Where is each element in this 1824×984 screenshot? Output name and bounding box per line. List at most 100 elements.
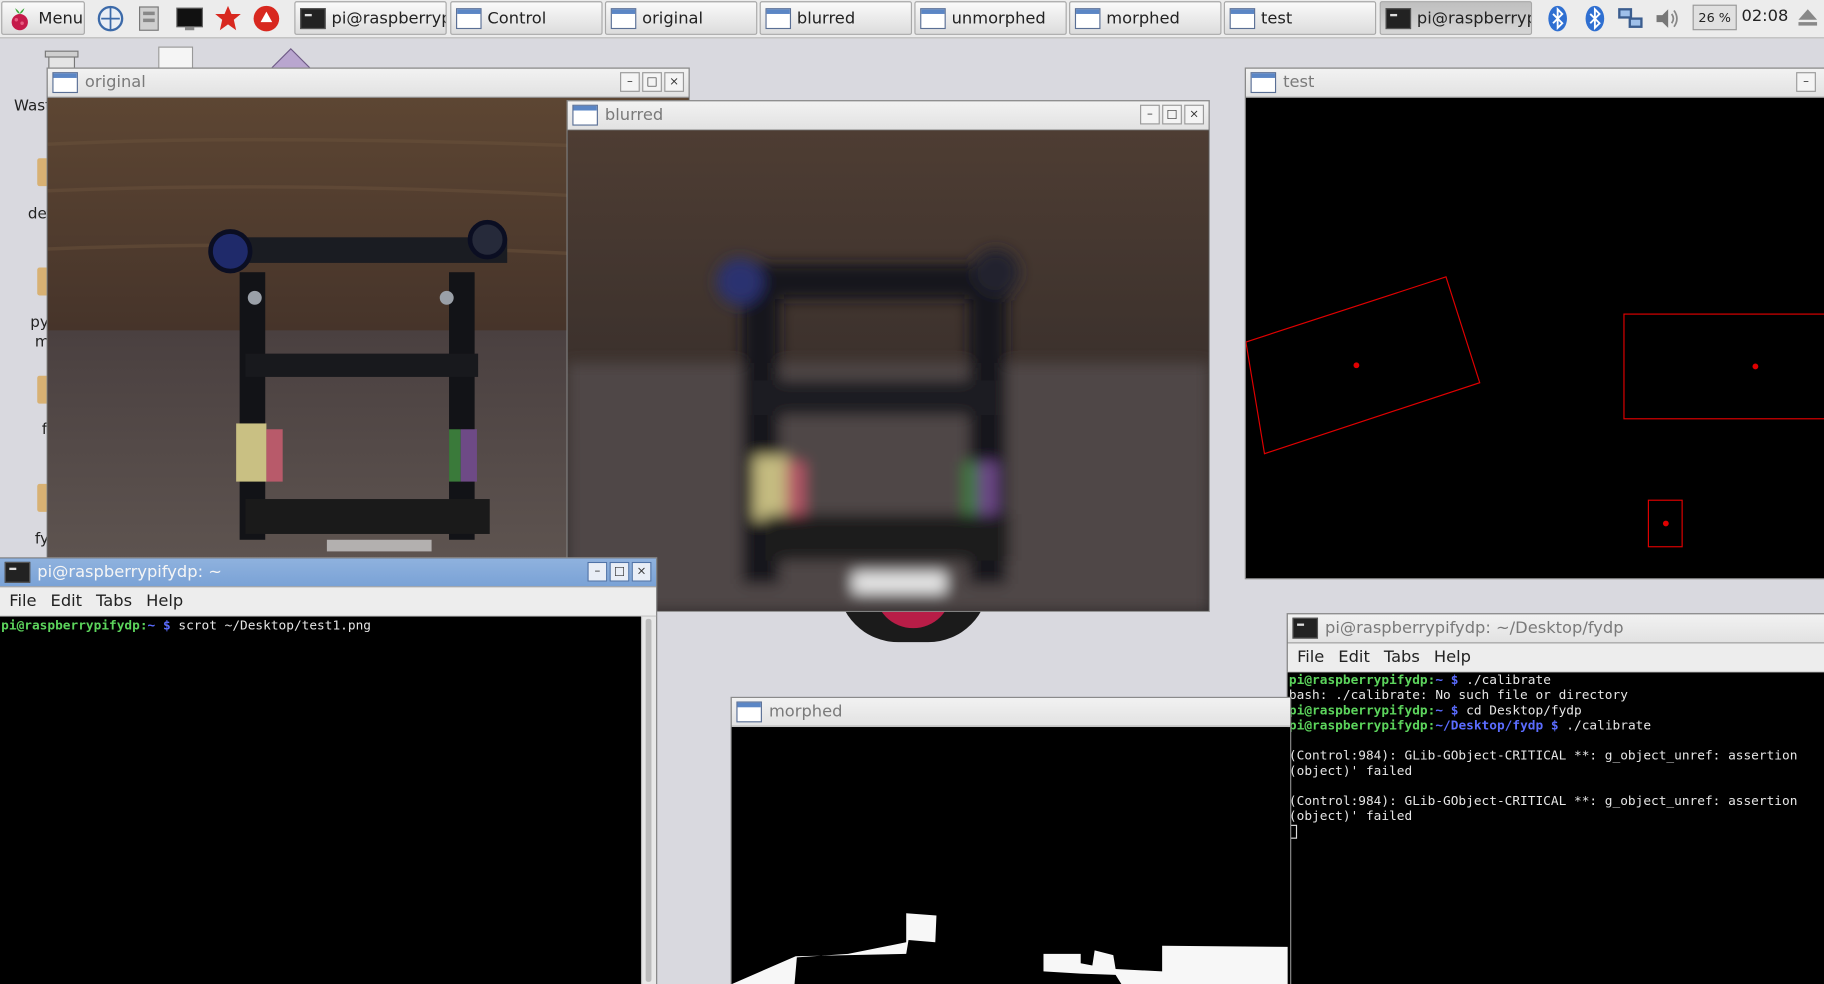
prompt-user: pi@raspberrypifydp <box>1288 717 1428 733</box>
prompt-user: pi@raspberrypifydp <box>1288 702 1428 718</box>
prompt-user: pi@raspberrypifydp <box>1 617 140 633</box>
wolfram-icon[interactable] <box>251 3 281 33</box>
window-icon <box>572 104 598 126</box>
maximize-button[interactable]: □ <box>642 72 662 92</box>
task-terminal-2[interactable]: pi@raspberrypi... <box>1379 1 1533 35</box>
menubar: File Edit Tabs Help <box>1287 643 1824 673</box>
prompt-path: ~ <box>1435 672 1444 688</box>
cpu-monitor: 26 % <box>1692 4 1737 31</box>
task-label: original <box>642 8 704 28</box>
task-label: blurred <box>796 8 856 28</box>
task-morphed[interactable]: morphed <box>1069 1 1222 35</box>
menu-file[interactable]: File <box>5 592 42 611</box>
menu-help[interactable]: Help <box>141 592 187 611</box>
desktop-label: py <box>30 314 49 332</box>
close-button[interactable]: × <box>631 561 652 582</box>
task-terminal-1[interactable]: pi@raspberrypi... <box>294 1 447 35</box>
desktop-label: f <box>41 421 48 439</box>
morph-mask-image <box>731 727 1288 984</box>
window-icon <box>736 701 762 723</box>
error-line: (Control:984): GLib-GObject-CRITICAL **:… <box>1288 793 1798 809</box>
menu-help[interactable]: Help <box>1429 648 1475 667</box>
error-line: (object)' failed <box>1288 808 1413 824</box>
window-icon <box>1250 72 1277 94</box>
titlebar[interactable]: test – <box>1245 68 1824 98</box>
terminal-output[interactable]: pi@raspberrypifydp:~ $ ./calibrate bash:… <box>1287 672 1824 984</box>
task-label: morphed <box>1106 8 1180 28</box>
prompt-path: ~ <box>1435 702 1444 718</box>
menu-button[interactable]: Menu <box>1 1 85 35</box>
window-title: test <box>1283 73 1315 92</box>
window-title: pi@raspberrypifydp: ~/Desktop/fydp <box>1324 618 1624 638</box>
task-label: test <box>1261 8 1293 28</box>
titlebar[interactable]: pi@raspberrypifydp: ~ – □ × <box>0 558 657 588</box>
scrollbar[interactable] <box>640 616 657 984</box>
minimize-button[interactable]: – <box>587 561 608 582</box>
task-label: Control <box>487 8 547 28</box>
taskbar: Menu pi@raspberrypi... Control original <box>0 0 1824 39</box>
task-label: unmorphed <box>951 8 1046 28</box>
cpu-label: 26 % <box>1698 9 1731 26</box>
clock[interactable]: 02:08 <box>1741 7 1788 26</box>
titlebar[interactable]: blurred – □ × <box>567 101 1209 131</box>
terminal-icon <box>4 561 31 583</box>
close-button[interactable]: × <box>1184 104 1205 125</box>
desktop: Menu pi@raspberrypi... Control original <box>0 0 1824 984</box>
menu-tabs[interactable]: Tabs <box>91 592 136 611</box>
output-line: bash: ./calibrate: No such file or direc… <box>1288 687 1628 703</box>
bluetooth-icon-2[interactable] <box>1580 3 1610 33</box>
volume-icon[interactable] <box>1653 3 1683 33</box>
window-title: original <box>84 73 146 92</box>
contour-canvas <box>1245 276 1824 548</box>
minimize-button[interactable]: – <box>620 72 640 92</box>
task-label: pi@raspberrypi... <box>1416 8 1531 28</box>
window-icon <box>456 7 482 29</box>
close-button[interactable]: × <box>664 72 685 92</box>
desktop-label: Wast <box>13 97 52 116</box>
window-test: test – <box>1245 68 1824 579</box>
titlebar[interactable]: pi@raspberrypifydp: ~/Desktop/fydp <box>1287 614 1824 644</box>
terminal-output[interactable]: pi@raspberrypifydp:~ $ scrot ~/Desktop/t… <box>0 616 643 984</box>
minimize-button[interactable]: – <box>1140 104 1160 125</box>
window-title: morphed <box>768 702 843 722</box>
terminal-icon <box>1385 7 1412 29</box>
file-manager-icon[interactable] <box>134 3 164 33</box>
menu-edit[interactable]: Edit <box>46 592 87 611</box>
maximize-button[interactable]: □ <box>1162 104 1182 125</box>
minimize-button[interactable]: – <box>1796 72 1816 92</box>
task-unmorphed[interactable]: unmorphed <box>914 1 1067 35</box>
window-icon <box>920 7 946 29</box>
prompt-path: ~ <box>147 617 156 633</box>
error-line: (object)' failed <box>1288 763 1413 779</box>
camera-image-blurred <box>567 130 1209 611</box>
terminal-launcher-icon[interactable] <box>174 3 204 33</box>
task-test[interactable]: test <box>1223 1 1377 35</box>
terminal-icon <box>1292 617 1319 639</box>
bluetooth-icon[interactable] <box>1543 3 1573 33</box>
task-original[interactable]: original <box>604 1 758 35</box>
prompt-path: ~/Desktop/fydp <box>1435 717 1544 733</box>
task-blurred[interactable]: blurred <box>759 1 913 35</box>
menu-tabs[interactable]: Tabs <box>1379 648 1424 667</box>
window-icon <box>1074 7 1101 29</box>
menu-edit[interactable]: Edit <box>1334 648 1375 667</box>
task-control[interactable]: Control <box>450 1 603 35</box>
titlebar[interactable]: morphed <box>731 697 1291 728</box>
command-text: scrot ~/Desktop/test1.png <box>178 617 372 633</box>
maximize-button[interactable]: □ <box>609 561 630 582</box>
window-terminal-fydp: pi@raspberrypifydp: ~/Desktop/fydp File … <box>1287 614 1824 984</box>
command-text: ./calibrate <box>1466 672 1551 688</box>
error-line: (Control:984): GLib-GObject-CRITICAL **:… <box>1288 748 1798 764</box>
window-terminal-home: pi@raspberrypifydp: ~ – □ × File Edit Ta… <box>0 558 657 984</box>
mathematica-icon[interactable] <box>213 3 243 33</box>
browser-icon[interactable] <box>95 3 125 33</box>
window-icon <box>765 7 792 29</box>
eject-icon[interactable] <box>1797 7 1818 33</box>
window-title: pi@raspberrypifydp: ~ <box>37 563 222 582</box>
network-icon[interactable] <box>1616 3 1646 33</box>
command-text: ./calibrate <box>1566 717 1652 733</box>
menu-label: Menu <box>38 8 84 28</box>
window-icon <box>610 7 637 29</box>
titlebar[interactable]: original – □ × <box>47 68 689 98</box>
menu-file[interactable]: File <box>1292 648 1329 667</box>
